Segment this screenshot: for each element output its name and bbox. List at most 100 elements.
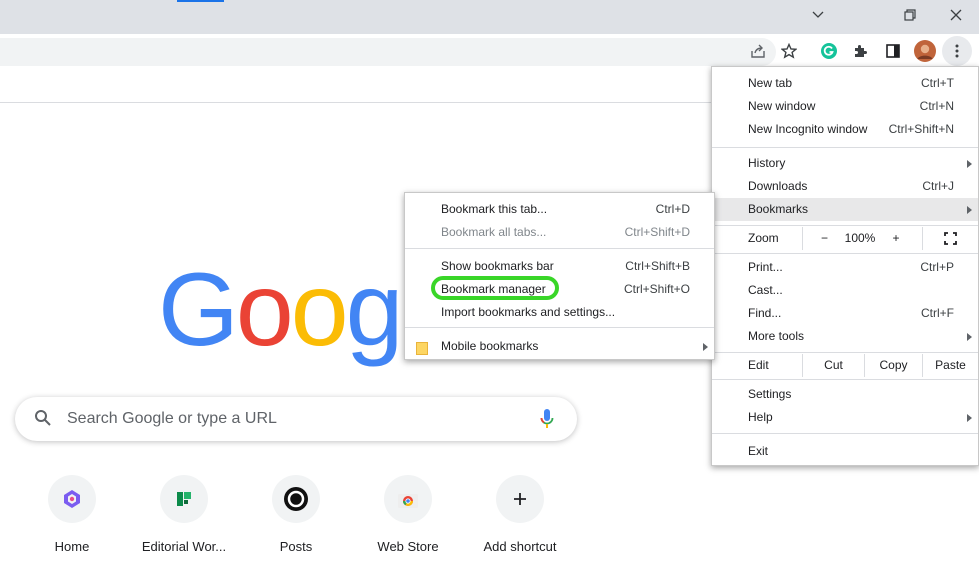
menu-item-shortcut: Ctrl+D bbox=[655, 202, 690, 216]
folder-icon bbox=[416, 340, 428, 363]
zoom-level: 100% bbox=[844, 231, 876, 245]
menu-item-find[interactable]: Find... Ctrl+F bbox=[712, 302, 978, 325]
extensions-icon[interactable] bbox=[848, 39, 872, 63]
logo-letter: o bbox=[290, 252, 349, 368]
menu-item-label: Cast... bbox=[748, 283, 783, 297]
planner-icon bbox=[160, 475, 208, 523]
menu-item-label: History bbox=[748, 156, 786, 170]
menu-separator bbox=[712, 379, 978, 380]
chevron-down-icon[interactable] bbox=[795, 0, 841, 30]
menu-item-label: New tab bbox=[748, 76, 793, 90]
title-bar bbox=[0, 0, 979, 34]
menu-separator bbox=[405, 248, 714, 249]
shortcut-label: Posts bbox=[279, 539, 313, 554]
menu-item-new-window[interactable]: New window Ctrl+N bbox=[712, 95, 978, 118]
menu-item-print[interactable]: Print... Ctrl+P bbox=[712, 256, 978, 279]
fullscreen-icon[interactable] bbox=[922, 227, 978, 250]
paste-button[interactable]: Paste bbox=[922, 354, 978, 377]
menu-item-exit[interactable]: Exit bbox=[712, 440, 978, 463]
menu-item-shortcut: Ctrl+J bbox=[922, 179, 954, 193]
menu-item-shortcut: Ctrl+P bbox=[920, 260, 954, 274]
bookmarks-bar bbox=[0, 68, 712, 103]
menu-item-label: Print... bbox=[748, 260, 783, 274]
menu-item-help[interactable]: Help bbox=[712, 406, 978, 429]
shortcut-webstore[interactable]: Web Store bbox=[352, 475, 464, 565]
menu-zoom-row: Zoom − 100% + bbox=[712, 227, 978, 250]
menu-item-history[interactable]: History bbox=[712, 152, 978, 175]
submenu-arrow-icon bbox=[967, 160, 972, 168]
menu-item-label: Import bookmarks and settings... bbox=[441, 305, 616, 319]
menu-item-mobile-bookmarks[interactable]: Mobile bookmarks bbox=[405, 335, 714, 358]
profile-avatar[interactable] bbox=[913, 39, 937, 63]
menu-item-shortcut: Ctrl+T bbox=[921, 76, 954, 90]
submenu-arrow-icon bbox=[703, 343, 708, 351]
shortcut-label: Home bbox=[54, 539, 90, 554]
submenu-arrow-icon bbox=[967, 206, 972, 214]
menu-item-new-incognito[interactable]: New Incognito window Ctrl+Shift+N bbox=[712, 118, 978, 141]
copilot-icon bbox=[48, 475, 96, 523]
shortcut-home[interactable]: Home bbox=[16, 475, 128, 565]
menu-item-show-bookmarks-bar[interactable]: Show bookmarks bar Ctrl+Shift+B bbox=[405, 255, 714, 278]
zoom-in-button[interactable]: + bbox=[878, 227, 914, 250]
share-icon[interactable] bbox=[746, 39, 770, 63]
zoom-label: Zoom bbox=[748, 231, 779, 245]
menu-item-cast[interactable]: Cast... bbox=[712, 279, 978, 302]
logo-letter: G bbox=[158, 252, 239, 368]
menu-separator bbox=[712, 147, 978, 148]
logo-letter: o bbox=[235, 252, 294, 368]
posts-icon bbox=[272, 475, 320, 523]
menu-separator bbox=[712, 225, 978, 226]
side-panel-icon[interactable] bbox=[881, 39, 905, 63]
search-icon bbox=[34, 409, 52, 432]
shortcut-label: Add shortcut bbox=[483, 539, 557, 554]
menu-item-label: Bookmark all tabs... bbox=[441, 225, 547, 239]
menu-item-bookmarks[interactable]: Bookmarks bbox=[712, 198, 978, 221]
menu-edit-row: Edit Cut Copy Paste bbox=[712, 354, 978, 377]
menu-item-settings[interactable]: Settings bbox=[712, 383, 978, 406]
menu-item-label: New Incognito window bbox=[748, 122, 868, 136]
menu-item-bookmark-tab[interactable]: Bookmark this tab... Ctrl+D bbox=[405, 198, 714, 221]
menu-item-shortcut: Ctrl+Shift+O bbox=[623, 282, 690, 296]
menu-item-shortcut: Ctrl+Shift+N bbox=[888, 122, 954, 136]
menu-item-shortcut: Ctrl+F bbox=[921, 306, 954, 320]
menu-item-bookmark-all-tabs[interactable]: Bookmark all tabs... Ctrl+Shift+D bbox=[405, 221, 714, 244]
restore-icon[interactable] bbox=[887, 0, 933, 30]
menu-separator bbox=[405, 327, 714, 328]
menu-separator bbox=[712, 433, 978, 434]
shortcut-label: Web Store bbox=[377, 539, 439, 554]
menu-separator bbox=[712, 352, 978, 353]
shortcut-add[interactable]: Add shortcut bbox=[464, 475, 576, 565]
annotation-highlight bbox=[431, 276, 559, 300]
menu-item-label: Mobile bookmarks bbox=[441, 339, 539, 353]
menu-item-import-bookmarks[interactable]: Import bookmarks and settings... bbox=[405, 301, 714, 324]
search-placeholder: Search Google or type a URL bbox=[67, 410, 277, 427]
menu-item-label: Bookmark this tab... bbox=[441, 202, 548, 216]
menu-item-label: Downloads bbox=[748, 179, 808, 193]
omnibox[interactable] bbox=[0, 38, 776, 66]
web-store-icon bbox=[384, 475, 432, 523]
plus-icon bbox=[496, 475, 544, 523]
kebab-menu-icon[interactable] bbox=[942, 36, 972, 66]
submenu-arrow-icon bbox=[967, 333, 972, 341]
ntp-search-box[interactable]: Search Google or type a URL bbox=[15, 397, 577, 441]
menu-item-label: Find... bbox=[748, 306, 782, 320]
cut-button[interactable]: Cut bbox=[802, 354, 864, 377]
menu-item-downloads[interactable]: Downloads Ctrl+J bbox=[712, 175, 978, 198]
menu-item-label: New window bbox=[748, 99, 816, 113]
grammarly-icon[interactable] bbox=[817, 39, 841, 63]
toolbar bbox=[0, 34, 979, 68]
shortcut-posts[interactable]: Posts bbox=[240, 475, 352, 565]
copy-button[interactable]: Copy bbox=[864, 354, 922, 377]
menu-item-more-tools[interactable]: More tools bbox=[712, 325, 978, 348]
menu-item-shortcut: Ctrl+N bbox=[919, 99, 954, 113]
shortcut-editorial[interactable]: Editorial Wor... bbox=[128, 475, 240, 565]
active-tab-indicator bbox=[177, 0, 224, 2]
microphone-icon[interactable] bbox=[539, 408, 555, 435]
close-icon[interactable] bbox=[933, 0, 979, 30]
logo-letter: g bbox=[345, 252, 404, 368]
submenu-arrow-icon bbox=[967, 414, 972, 422]
menu-item-new-tab[interactable]: New tab Ctrl+T bbox=[712, 72, 978, 95]
shortcut-label: Editorial Wor... bbox=[141, 539, 227, 554]
edit-label: Edit bbox=[748, 358, 769, 372]
bookmark-star-icon[interactable] bbox=[777, 39, 801, 63]
